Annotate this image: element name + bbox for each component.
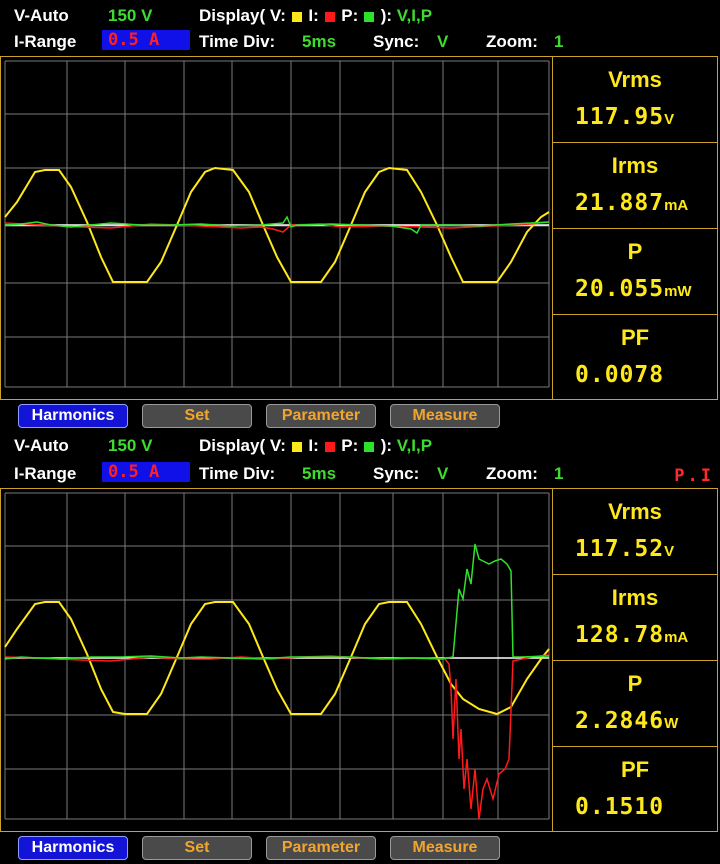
current-trace [4, 654, 550, 820]
display-close: ): [380, 6, 393, 25]
power-sep: P: [341, 6, 359, 25]
power-value: 20.055 [575, 276, 665, 302]
power-unit: mW [664, 283, 692, 300]
measure-button[interactable]: Measure [390, 404, 500, 428]
waveform-display [0, 488, 556, 832]
zoom-label: Zoom: [486, 32, 538, 51]
vrms-value: 117.95 [575, 104, 665, 130]
irms-label: Irms [611, 153, 659, 178]
v-range-label: V-Auto [14, 436, 69, 455]
display-settings: Display( V: I: P: ): V,I,P [199, 6, 432, 26]
time-div-label: Time Div: [199, 32, 276, 51]
measurement-readouts: Vrms 117.95V Irms 21.887mA P 20.055mW PF… [552, 56, 718, 400]
display-value: V,I,P [396, 436, 433, 455]
softkey-bar: Harmonics Set Parameter Measure [0, 404, 720, 430]
voltage-color-swatch [291, 11, 302, 22]
pf-value: 0.1510 [575, 794, 665, 820]
power-unit: W [664, 715, 679, 732]
power-value: 2.2846 [575, 708, 665, 734]
waveform-display [0, 56, 556, 400]
vrms-label: Vrms [608, 67, 662, 92]
current-sep: I: [308, 6, 319, 25]
pf-label: PF [620, 325, 650, 350]
display-label: Display( V: [199, 436, 286, 455]
power-color-swatch [363, 441, 374, 452]
time-div-value: 5ms [302, 464, 337, 483]
voltage-color-swatch [291, 441, 302, 452]
peak-indicator: P.I [674, 466, 714, 486]
measurement-readouts: Vrms 117.52V Irms 128.78mA P 2.2846W PF … [552, 488, 718, 832]
measure-button[interactable]: Measure [390, 836, 500, 860]
parameter-button[interactable]: Parameter [266, 836, 376, 860]
zoom-value: 1 [554, 464, 564, 483]
power-trace [4, 543, 550, 660]
softkey-bar: Harmonics Set Parameter Measure [0, 836, 720, 862]
i-range-label: I-Range [14, 464, 77, 483]
display-close: ): [380, 436, 393, 455]
pf-value: 0.0078 [575, 362, 665, 388]
zoom-value: 1 [554, 32, 564, 51]
scope-panel-top: V-Auto 150 V Display( V: I: P: ): V,I,P … [0, 0, 720, 432]
display-settings: Display( V: I: P: ): V,I,P [199, 436, 432, 456]
current-color-swatch [324, 441, 335, 452]
v-range-value: 150 V [108, 6, 153, 25]
display-label: Display( V: [199, 6, 286, 25]
sync-label: Sync: [373, 464, 420, 483]
i-range-value: 0.5 A [102, 462, 190, 482]
v-range-value: 150 V [108, 436, 153, 455]
power-label: P [627, 239, 643, 264]
waveform-plot [4, 492, 550, 820]
sync-label: Sync: [373, 32, 420, 51]
i-range-label: I-Range [14, 32, 77, 51]
vrms-value: 117.52 [575, 536, 665, 562]
waveform-plot [4, 60, 550, 388]
pf-readout: PF 0.1510 [553, 747, 717, 833]
i-range-box: 0.5 A [102, 462, 190, 482]
i-range-value: 0.5 A [102, 30, 190, 50]
harmonics-button[interactable]: Harmonics [18, 836, 128, 860]
power-readout: P 20.055mW [553, 229, 717, 315]
sync-value: V [437, 464, 449, 483]
time-div-value: 5ms [302, 32, 337, 51]
set-button[interactable]: Set [142, 404, 252, 428]
harmonics-button[interactable]: Harmonics [18, 404, 128, 428]
vrms-unit: V [664, 111, 675, 128]
vrms-label: Vrms [608, 499, 662, 524]
i-range-box: 0.5 A [102, 30, 190, 50]
zoom-label: Zoom: [486, 464, 538, 483]
pf-readout: PF 0.0078 [553, 315, 717, 401]
vrms-readout: Vrms 117.52V [553, 489, 717, 575]
v-range-label: V-Auto [14, 6, 69, 25]
irms-readout: Irms 21.887mA [553, 143, 717, 229]
power-color-swatch [363, 11, 374, 22]
set-button[interactable]: Set [142, 836, 252, 860]
power-sep: P: [341, 436, 359, 455]
irms-unit: mA [664, 629, 689, 646]
current-color-swatch [324, 11, 335, 22]
scope-panel-bottom: V-Auto 150 V Display( V: I: P: ): V,I,P … [0, 432, 720, 864]
pf-label: PF [620, 757, 650, 782]
irms-value: 128.78 [575, 622, 665, 648]
irms-readout: Irms 128.78mA [553, 575, 717, 661]
display-value: V,I,P [396, 6, 433, 25]
irms-unit: mA [664, 197, 689, 214]
parameter-button[interactable]: Parameter [266, 404, 376, 428]
irms-label: Irms [611, 585, 659, 610]
power-readout: P 2.2846W [553, 661, 717, 747]
time-div-label: Time Div: [199, 464, 276, 483]
vrms-readout: Vrms 117.95V [553, 57, 717, 143]
vrms-unit: V [664, 543, 675, 560]
irms-value: 21.887 [575, 190, 665, 216]
power-label: P [627, 671, 643, 696]
sync-value: V [437, 32, 449, 51]
current-sep: I: [308, 436, 319, 455]
